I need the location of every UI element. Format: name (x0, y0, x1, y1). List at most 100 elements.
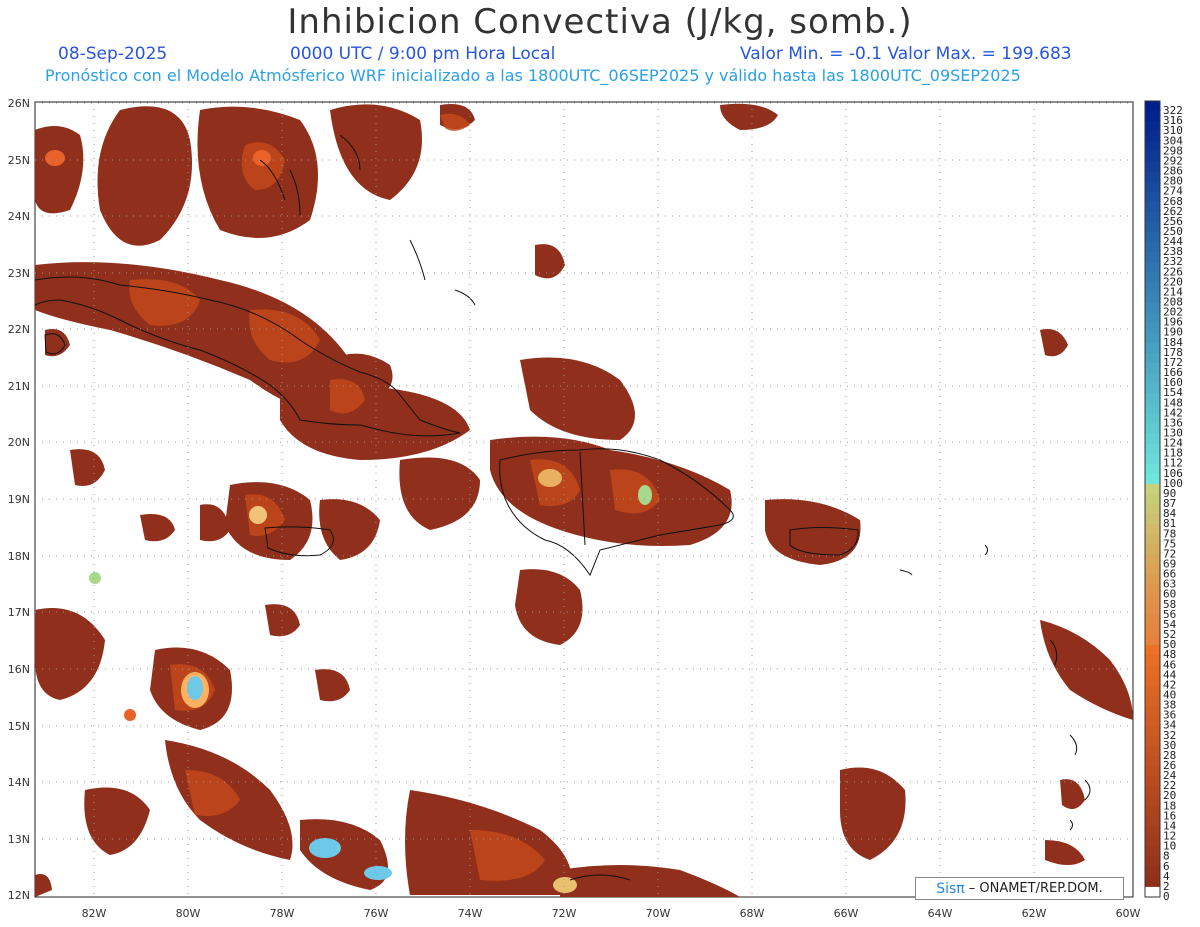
lat-label: 25N (8, 154, 30, 167)
colorbar-swatch (1145, 463, 1160, 475)
colorbar-swatch (1145, 252, 1160, 263)
colorbar-swatch (1145, 836, 1160, 848)
colorbar-swatch (1145, 705, 1160, 717)
colorbar-swatch (1145, 786, 1160, 797)
colorbar-swatch (1145, 403, 1160, 414)
colorbar-swatch (1145, 655, 1160, 666)
colorbar-swatch (1145, 624, 1160, 636)
colorbar-swatch (1145, 856, 1160, 868)
colorbar-swatch (1145, 483, 1160, 495)
colorbar-swatch (1145, 524, 1160, 535)
lat-labels: 26N 25N 24N 23N 22N 21N 20N 19N 18N 17N … (8, 97, 30, 902)
lon-label: 60W (1116, 907, 1141, 920)
lon-label: 70W (646, 907, 671, 920)
lat-label: 23N (8, 267, 30, 280)
lat-label: 24N (8, 210, 30, 223)
colorbar-swatch (1145, 796, 1160, 807)
colorbar-swatch (1145, 322, 1160, 334)
colorbar-swatch (1145, 776, 1160, 787)
colorbar-swatch (1145, 231, 1160, 243)
colorbar-swatch (1145, 564, 1160, 576)
colorbar-swatch (1145, 695, 1160, 707)
colorbar-swatch (1145, 816, 1160, 827)
colorbar-swatch (1145, 383, 1160, 394)
colorbar-swatch (1145, 393, 1160, 404)
colorbar-swatch (1145, 201, 1160, 213)
colorbar-swatch (1145, 614, 1160, 626)
colorbar-swatch (1145, 554, 1160, 565)
colorbar-swatch (1145, 131, 1160, 142)
lat-label: 12N (8, 889, 30, 902)
lon-label: 80W (176, 907, 201, 920)
colorbar-swatch (1145, 665, 1160, 676)
lat-label: 21N (8, 380, 30, 393)
colorbar-swatch (1145, 151, 1160, 162)
lat-label: 15N (8, 720, 30, 733)
colorbar-swatch (1145, 675, 1160, 686)
colorbar-swatch (1145, 211, 1160, 223)
colorbar-swatch (1145, 504, 1160, 515)
colorbar-swatch (1145, 755, 1160, 767)
colorbar-swatch (1145, 141, 1160, 152)
colorbar-swatch (1145, 433, 1160, 445)
lat-label: 19N (8, 493, 30, 506)
colorbar-swatch (1145, 886, 1160, 898)
colorbar-swatch (1145, 292, 1160, 304)
credit-box: Sisπ – ONAMET/REP.DOM. (915, 877, 1124, 900)
colorbar-swatch (1145, 181, 1160, 193)
lon-label: 64W (928, 907, 953, 920)
colorbar: 3223163103042982922862802742682622562502… (1144, 100, 1183, 903)
colorbar-swatch (1145, 745, 1160, 757)
colorbar-swatch (1145, 262, 1160, 273)
colorbar-swatch (1145, 594, 1160, 606)
cin-map: 82W 80W 78W 76W 74W 72W 70W 68W 66W 64W … (8, 97, 1183, 920)
lon-label: 62W (1022, 907, 1047, 920)
lat-label: 13N (8, 833, 30, 846)
colorbar-swatch (1145, 342, 1160, 354)
colorbar-label: 0 (1163, 890, 1170, 903)
colorbar-swatch (1145, 171, 1160, 183)
lon-label: 76W (364, 907, 389, 920)
colorbar-swatch (1145, 645, 1160, 656)
colorbar-swatch (1145, 443, 1160, 455)
colorbar-swatch (1145, 876, 1160, 888)
lon-label: 72W (552, 907, 577, 920)
lat-label: 16N (8, 663, 30, 676)
lat-label: 26N (8, 97, 30, 110)
colorbar-swatch (1145, 242, 1160, 253)
credit-text: – ONAMET/REP.DOM. (968, 881, 1103, 896)
colorbar-swatch (1145, 453, 1160, 465)
colorbar-swatch (1145, 544, 1160, 555)
lat-label: 14N (8, 776, 30, 789)
colorbar-swatch (1145, 161, 1160, 173)
colorbar-swatch (1145, 826, 1160, 838)
colorbar-swatch (1145, 362, 1160, 374)
lon-label: 74W (458, 907, 483, 920)
colorbar-swatch (1145, 514, 1160, 525)
lat-label: 22N (8, 323, 30, 336)
colorbar-swatch (1145, 121, 1160, 132)
colorbar-swatch (1145, 766, 1160, 777)
lon-labels: 82W 80W 78W 76W 74W 72W 70W 68W 66W 64W … (82, 907, 1141, 920)
lat-label: 17N (8, 606, 30, 619)
sispi-logo: Sisπ (936, 880, 965, 897)
colorbar-swatch (1145, 272, 1160, 283)
colorbar-swatch (1145, 111, 1160, 122)
colorbar-swatch (1145, 866, 1160, 878)
colorbar-swatch (1145, 332, 1160, 344)
colorbar-swatch (1145, 312, 1160, 324)
lon-label: 82W (82, 907, 107, 920)
colorbar-swatch (1145, 373, 1160, 384)
lon-label: 68W (740, 907, 765, 920)
colorbar-swatch (1145, 221, 1160, 233)
lat-label: 18N (8, 550, 30, 563)
colorbar-swatch (1145, 725, 1160, 737)
colorbar-swatch (1145, 846, 1160, 858)
colorbar-swatch (1145, 635, 1160, 646)
lon-label: 66W (834, 907, 859, 920)
colorbar-swatch (1145, 101, 1160, 112)
colorbar-swatch (1145, 302, 1160, 314)
colorbar-swatch (1145, 715, 1160, 727)
colorbar-swatch (1145, 423, 1160, 435)
colorbar-swatch (1145, 534, 1160, 545)
